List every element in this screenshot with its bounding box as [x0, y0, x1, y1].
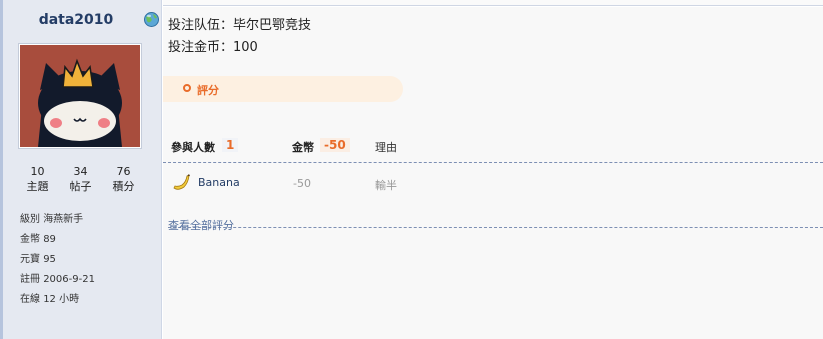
rating-coin-value: -50 — [293, 177, 311, 190]
profile-value: 12 小時 — [43, 294, 80, 305]
stat-label: 帖子 — [69, 180, 92, 193]
rating-section-header: 評分 — [163, 76, 403, 102]
bet-coins-value: 100 — [233, 40, 258, 55]
user-profile-info: 級別 海燕新手 金幣 89 元寶 95 註冊 2006-9-21 在線 12 小… — [20, 210, 95, 310]
profile-ingots: 元寶 95 — [20, 250, 95, 270]
post-top-divider — [163, 0, 823, 6]
stat-points[interactable]: 76 積分 — [102, 164, 145, 194]
stat-value: 76 — [116, 165, 131, 178]
stat-posts[interactable]: 34 帖子 — [59, 164, 102, 194]
view-all-label: 查看全部評分 — [168, 219, 234, 232]
banana-icon[interactable] — [172, 173, 192, 193]
bet-coins-label: 投注金币： — [168, 40, 234, 55]
rating-reason: 輸半 — [375, 179, 397, 192]
rating-row: Banana -50 輸半 — [163, 167, 823, 197]
profile-level: 級別 海燕新手 — [20, 210, 95, 230]
profile-key: 級別 — [20, 214, 40, 225]
profile-key: 金幣 — [20, 234, 40, 245]
profile-value: 95 — [43, 254, 56, 265]
user-stats: 10 主題 34 帖子 76 積分 — [16, 164, 146, 194]
stat-topics[interactable]: 10 主題 — [16, 164, 59, 194]
participants-count: 1 — [222, 138, 239, 152]
stat-value: 34 — [73, 165, 88, 178]
bet-coins-line: 投注金币：100 — [168, 36, 258, 55]
coin-column-label: 金幣 — [292, 141, 314, 154]
username[interactable]: data2010 — [6, 12, 146, 28]
globe-icon[interactable] — [143, 11, 160, 28]
profile-value: 89 — [43, 234, 56, 245]
reason-column-label: 理由 — [375, 141, 397, 154]
post-content: 投注队伍：毕尔巴鄂竞技 投注金币：100 評分 參與人數 1 金幣 -50 理由… — [163, 7, 823, 339]
stat-value: 10 — [30, 165, 45, 178]
profile-online: 在線 12 小時 — [20, 290, 95, 310]
rating-title: 評分 — [197, 84, 219, 97]
coin-total: -50 — [320, 138, 350, 152]
rating-user-link[interactable]: Banana — [198, 176, 240, 189]
stat-label: 積分 — [112, 180, 135, 193]
profile-registered: 註冊 2006-9-21 — [20, 270, 95, 290]
avatar[interactable] — [18, 43, 142, 149]
profile-value: 2006-9-21 — [43, 274, 95, 285]
bet-team-line: 投注队伍：毕尔巴鄂竞技 — [168, 14, 311, 33]
user-sidebar: data2010 10 主題 34 帖子 76 積分 級別 海燕新手 金幣 89… — [3, 0, 162, 339]
bet-team-label: 投注队伍： — [168, 18, 234, 33]
profile-key: 元寶 — [20, 254, 40, 265]
profile-key: 在線 — [20, 294, 40, 305]
circle-icon — [183, 84, 191, 92]
rating-table-header: 參與人數 1 金幣 -50 理由 — [163, 134, 823, 163]
participants-label: 參與人數 — [171, 141, 215, 154]
avatar-cat-image — [20, 45, 140, 147]
stat-label: 主題 — [26, 180, 49, 193]
profile-value: 海燕新手 — [43, 214, 84, 225]
bet-team-value: 毕尔巴鄂竞技 — [233, 18, 312, 33]
profile-key: 註冊 — [20, 274, 40, 285]
profile-coins: 金幣 89 — [20, 230, 95, 250]
view-all-ratings-link[interactable]: 查看全部評分 — [168, 215, 823, 232]
